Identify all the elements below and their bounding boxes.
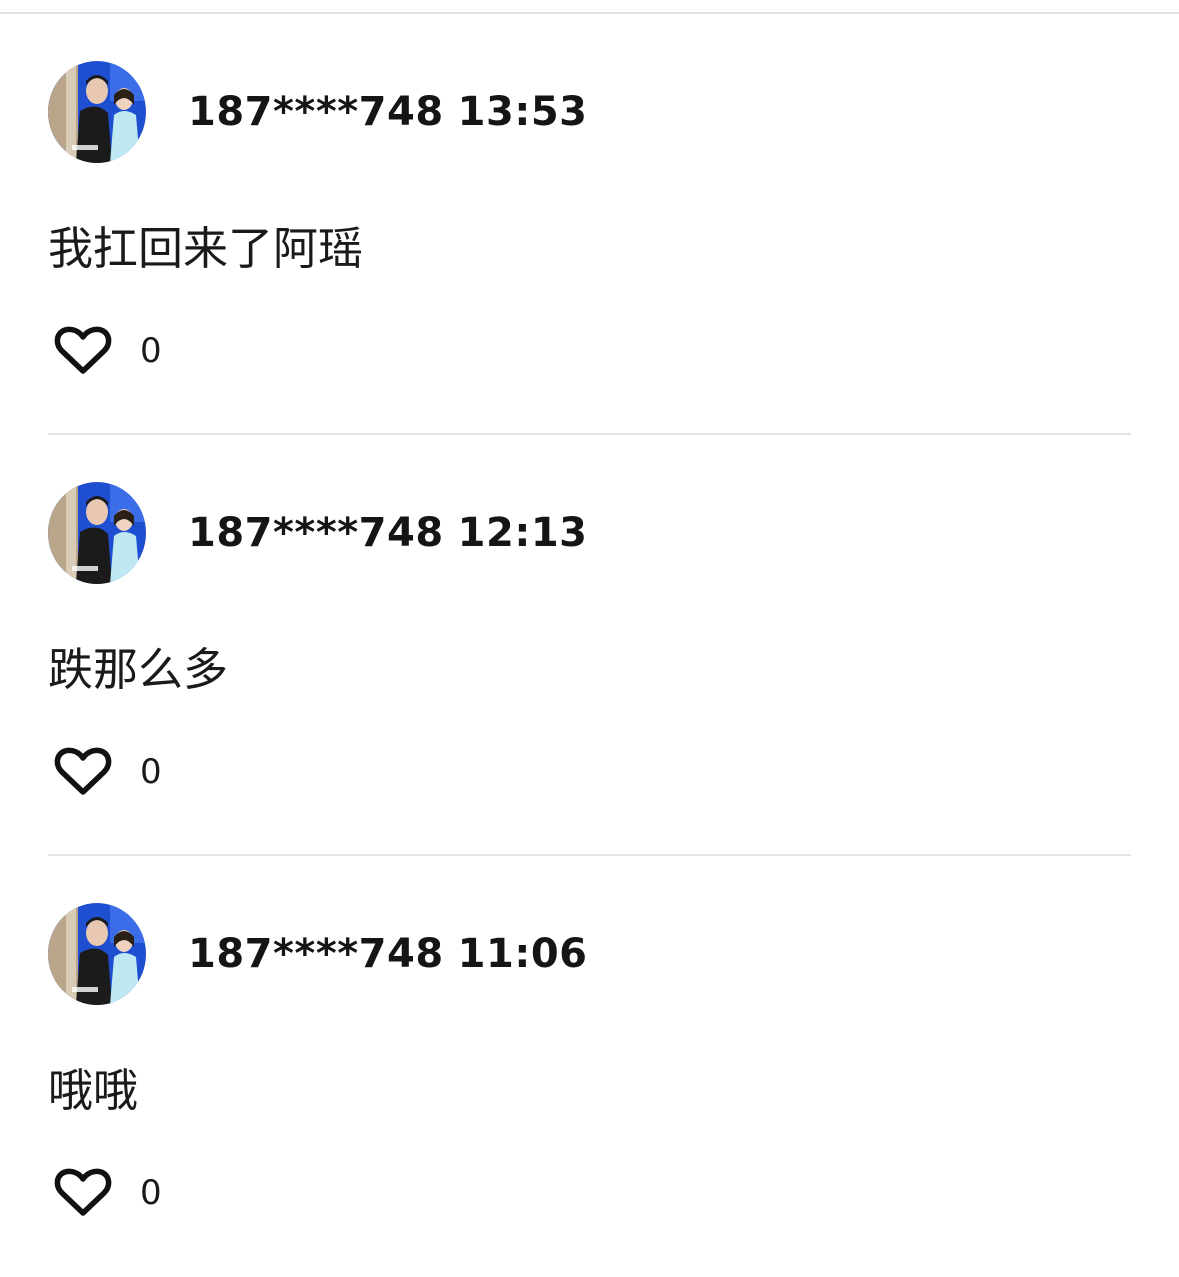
avatar-photo: [48, 482, 146, 584]
comment-item: 187****748 12:13 跌那么多 0: [0, 435, 1179, 856]
username[interactable]: 187****748: [188, 510, 444, 556]
comment-text: 哦哦: [48, 1064, 139, 1117]
like-count: 0: [140, 1173, 162, 1213]
comment-meta: 187****748 11:06: [188, 931, 588, 977]
comment-item: 187****748 11:06 哦哦 0: [0, 856, 1179, 1277]
avatar[interactable]: [48, 903, 146, 1005]
like-button[interactable]: 0: [54, 747, 162, 797]
comment-list: 187****748 13:53 我扛回来了阿瑶 0 187****748 12…: [0, 14, 1179, 1277]
comment-header: 187****748 13:53: [48, 61, 588, 163]
heart-outline-icon: [54, 326, 112, 374]
timestamp: 13:53: [457, 89, 588, 135]
avatar[interactable]: [48, 482, 146, 584]
username[interactable]: 187****748: [188, 931, 444, 977]
like-button[interactable]: 0: [54, 1168, 162, 1218]
comment-header: 187****748 12:13: [48, 482, 588, 584]
heart-outline-icon: [54, 747, 112, 795]
username[interactable]: 187****748: [188, 89, 444, 135]
avatar-photo: [48, 61, 146, 163]
avatar-photo: [48, 903, 146, 1005]
comment-meta: 187****748 13:53: [188, 89, 588, 135]
like-button[interactable]: 0: [54, 326, 162, 376]
timestamp: 11:06: [457, 931, 588, 977]
comment-text: 我扛回来了阿瑶: [48, 222, 364, 275]
comment-text: 跌那么多: [48, 643, 229, 696]
like-count: 0: [140, 331, 162, 371]
timestamp: 12:13: [457, 510, 588, 556]
like-count: 0: [140, 752, 162, 792]
comment-item: 187****748 13:53 我扛回来了阿瑶 0: [0, 14, 1179, 435]
comment-header: 187****748 11:06: [48, 903, 588, 1005]
comment-meta: 187****748 12:13: [188, 510, 588, 556]
heart-outline-icon: [54, 1168, 112, 1216]
avatar[interactable]: [48, 61, 146, 163]
